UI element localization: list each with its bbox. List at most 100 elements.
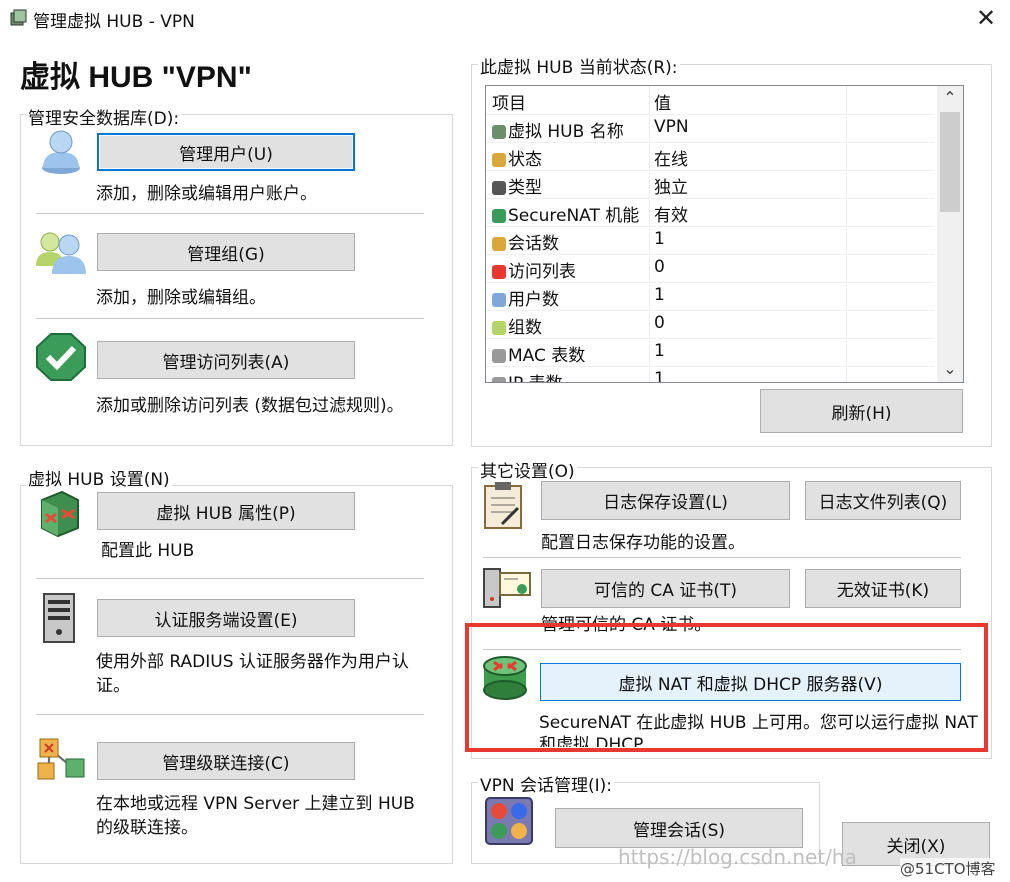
hub-icon [41, 490, 79, 538]
status-row-label: MAC 表数 [508, 346, 586, 366]
divider [36, 318, 424, 319]
invalid-certs-button[interactable]: 无效证书(K) [805, 569, 961, 608]
trusted-ca-button[interactable]: 可信的 CA 证书(T) [541, 569, 790, 608]
close-window-button[interactable]: ✕ [966, 2, 1006, 34]
sessions-icon [485, 797, 533, 845]
manage-users-desc: 添加，删除或编辑用户账户。 [96, 184, 317, 204]
status-row-label: 状态 [508, 150, 542, 170]
window-title: 管理虚拟 HUB - VPN [33, 12, 195, 32]
manage-access-list-button[interactable]: 管理访问列表(A) [97, 341, 355, 379]
log-settings-desc: 配置日志保存功能的设置。 [541, 533, 745, 553]
status-row[interactable]: 会话数 1 [486, 226, 934, 255]
clipboard-icon [484, 482, 522, 529]
status-row[interactable]: 虚拟 HUB 名称 VPN [486, 114, 934, 143]
manage-sessions-button[interactable]: 管理会话(S) [555, 808, 803, 848]
status-row-item: IP 表数 [492, 369, 648, 382]
auth-server-settings-button[interactable]: 认证服务端设置(E) [97, 599, 355, 637]
grid-header-value: 值 [654, 94, 671, 114]
user-small-icon [492, 293, 506, 307]
divider [483, 557, 961, 558]
highlight-box [465, 623, 988, 752]
manage-cascade-desc: 在本地或远程 VPN Server 上建立到 HUB 的级联连接。 [96, 794, 415, 838]
group-small-icon [492, 321, 506, 335]
page-title: 虚拟 HUB "VPN" [20, 61, 252, 94]
status-row-item: 访问列表 [492, 257, 648, 282]
status-grid[interactable]: 项目 值 虚拟 HUB 名称 VPN 状态 在线 类型 独立 SecureNAT 机能 有效会… [485, 85, 964, 383]
status-row-value: 独立 [654, 178, 688, 198]
securenat-icon [492, 209, 506, 223]
refresh-button[interactable]: 刷新(H) [760, 389, 963, 433]
manage-groups-desc: 添加，删除或编辑组。 [96, 288, 266, 308]
server-icon [43, 593, 75, 643]
divider [36, 213, 424, 214]
manage-access-list-desc: 添加或删除访问列表 (数据包过滤规则)。 [96, 396, 404, 416]
status-row-item: 会话数 [492, 229, 648, 254]
hub-properties-button[interactable]: 虚拟 HUB 属性(P) [97, 492, 355, 530]
status-row-label: 虚拟 HUB 名称 [508, 122, 624, 142]
status-row-label: 会话数 [508, 234, 559, 254]
status-row-item: 组数 [492, 313, 648, 338]
checkmark-shield-icon [36, 333, 86, 381]
cascade-icon [37, 738, 85, 780]
status-row-label: 访问列表 [508, 262, 576, 282]
watermark-brand: @51CTO博客 [900, 858, 996, 879]
status-row-label: 用户数 [508, 290, 559, 310]
status-row-item: SecureNAT 机能 [492, 201, 648, 226]
status-row[interactable]: 访问列表 0 [486, 254, 934, 283]
divider [36, 578, 424, 579]
status-row-label: SecureNAT 机能 [508, 206, 640, 226]
watermark-url: https://blog.csdn.net/ha [618, 845, 857, 869]
auth-server-desc: 使用外部 RADIUS 认证服务器作为用户认证。 [96, 652, 409, 696]
status-label: 此虚拟 HUB 当前状态(R): [478, 53, 680, 78]
status-row[interactable]: 类型 独立 [486, 170, 934, 199]
log-file-list-button[interactable]: 日志文件列表(Q) [805, 481, 961, 520]
status-row-value: 1 [654, 285, 665, 305]
status-row[interactable]: IP 表数 1 [486, 366, 934, 383]
access-list-icon [492, 265, 506, 279]
status-row[interactable]: MAC 表数 1 [486, 338, 934, 367]
grid-header-row: 项目 值 [486, 86, 934, 115]
mac-table-icon [492, 349, 506, 363]
status-row[interactable]: SecureNAT 机能 有效 [486, 198, 934, 227]
status-row-value: 1 [654, 341, 665, 361]
divider [36, 714, 424, 715]
other-settings-label: 其它设置(O) [478, 457, 577, 482]
hub-small-icon [492, 125, 506, 139]
scroll-down-arrow[interactable]: ⌄ [937, 359, 963, 378]
status-row-item: 类型 [492, 173, 648, 198]
scroll-up-arrow[interactable]: ⌃ [937, 88, 963, 107]
status-icon [492, 153, 506, 167]
manage-groups-button[interactable]: 管理组(G) [97, 233, 355, 271]
app-icon [10, 9, 27, 26]
status-row-value: 0 [654, 257, 665, 277]
manage-cascade-button[interactable]: 管理级联连接(C) [97, 742, 355, 780]
status-row-label: 组数 [508, 318, 542, 338]
status-row-label: 类型 [508, 178, 542, 198]
session-mgmt-label: VPN 会话管理(I): [478, 771, 615, 796]
session-icon [492, 237, 506, 251]
status-row[interactable]: 用户数 1 [486, 282, 934, 311]
hub-properties-desc: 配置此 HUB [101, 541, 195, 561]
status-row-value: 在线 [654, 150, 688, 170]
ip-table-icon [492, 377, 506, 382]
grid-scrollbar[interactable]: ⌃ ⌄ [937, 86, 963, 382]
grid-header-item: 项目 [492, 94, 526, 114]
security-db-label: 管理安全数据库(D): [26, 104, 182, 129]
status-row[interactable]: 组数 0 [486, 310, 934, 339]
scroll-thumb[interactable] [940, 112, 960, 212]
manage-users-button[interactable]: 管理用户(U) [97, 133, 355, 171]
log-save-settings-button[interactable]: 日志保存设置(L) [541, 481, 790, 520]
status-row[interactable]: 状态 在线 [486, 142, 934, 171]
group-icon [36, 232, 86, 274]
type-icon [492, 181, 506, 195]
status-row-item: MAC 表数 [492, 341, 648, 366]
status-row-value: 1 [654, 369, 665, 383]
status-row-item: 虚拟 HUB 名称 [492, 117, 648, 142]
status-row-label: IP 表数 [508, 374, 563, 382]
status-row-value: 0 [654, 313, 665, 333]
status-row-value: VPN [654, 117, 689, 137]
user-icon [42, 130, 80, 174]
certificate-icon [483, 568, 531, 608]
status-row-item: 用户数 [492, 285, 648, 310]
status-row-value: 1 [654, 229, 665, 249]
